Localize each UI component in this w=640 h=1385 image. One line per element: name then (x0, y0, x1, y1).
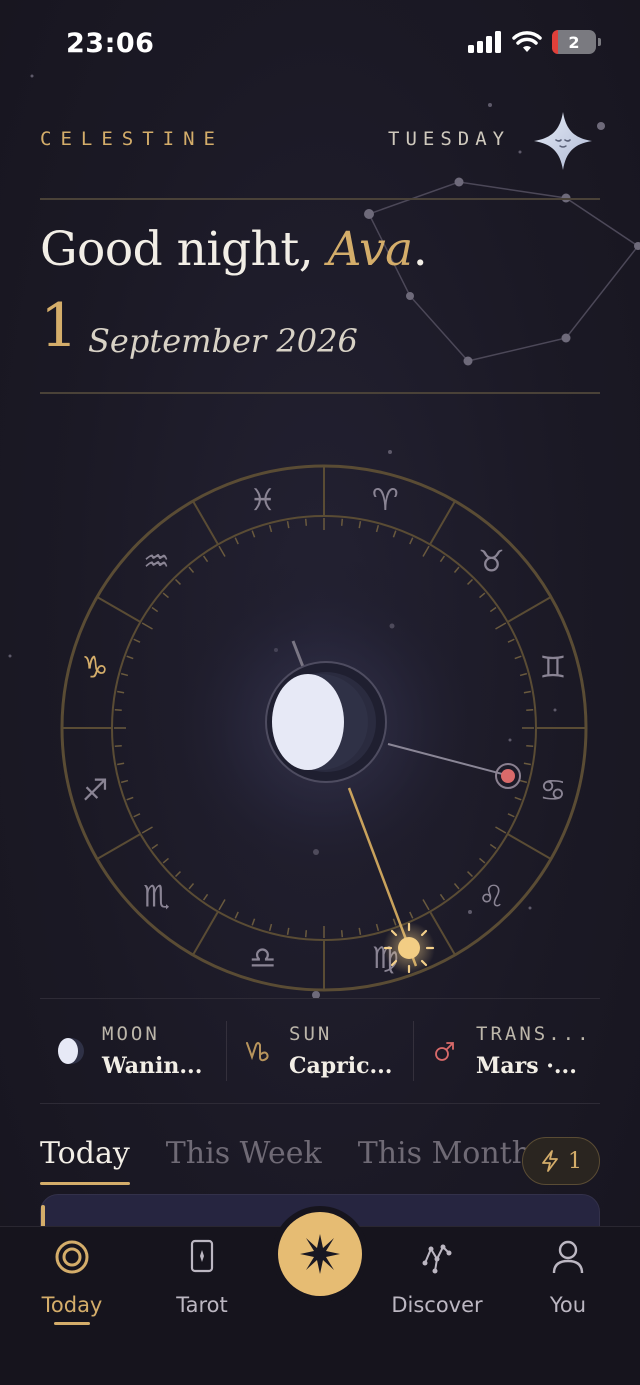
aquarius-icon: ♒ (143, 544, 170, 579)
constellation-icon (422, 1244, 452, 1274)
leo-icon: ♌ (478, 880, 505, 915)
moon-icon (40, 1036, 102, 1066)
greeting-heading: Good night, Ava. (40, 222, 428, 277)
astro-label: SUN (289, 1023, 333, 1045)
period-tabs: Today This Week This Month (40, 1136, 531, 1185)
four-point-star-face-icon[interactable] (532, 110, 594, 172)
libra-icon: ♎ (249, 941, 276, 976)
zodiac-wheel[interactable]: ♈♉♊♋♌♍♎♏♐♑♒♓ (40, 446, 600, 1006)
lightning-icon (542, 1150, 558, 1172)
weekday-label: TUESDAY (388, 128, 511, 150)
greeting-name: Ava (327, 222, 414, 277)
cellular-signal-icon (468, 31, 501, 53)
star-burst-icon (300, 1234, 340, 1274)
center-action-button[interactable] (278, 1212, 362, 1296)
astro-value: Wanin... (102, 1053, 203, 1079)
battery-indicator: 2 (552, 30, 601, 54)
streak-count: 1 (568, 1148, 582, 1174)
nav-label: Discover (391, 1293, 483, 1317)
capricorn-icon: ♑ (82, 651, 109, 686)
transit-summary[interactable]: TRANS... Mars ·... (413, 1021, 600, 1081)
nav-active-indicator (54, 1322, 90, 1325)
status-time: 23:06 (66, 28, 155, 59)
astro-label: TRANS... (476, 1023, 592, 1045)
date-month-year: September 2026 (88, 322, 358, 360)
sun-summary[interactable]: SUN Capric... (226, 1021, 413, 1081)
scorpio-icon: ♏ (143, 880, 170, 915)
nav-label: Tarot (176, 1293, 228, 1317)
status-icons: 2 (468, 30, 601, 54)
cancer-icon: ♋ (539, 773, 566, 808)
header-divider (40, 198, 600, 200)
battery-level: 2 (568, 32, 580, 52)
brand-name: CELESTINE (40, 128, 224, 150)
nav-label: You (549, 1293, 587, 1317)
nav-label: Today (41, 1293, 103, 1317)
tarot-card-icon (190, 1239, 214, 1273)
wifi-icon (512, 31, 542, 52)
tab-this-week[interactable]: This Week (166, 1136, 322, 1185)
astro-label: MOON (102, 1023, 160, 1045)
taurus-icon: ♉ (478, 544, 505, 579)
nav-you[interactable]: You (508, 1227, 628, 1347)
nav-discover[interactable]: Discover (377, 1227, 497, 1347)
greeting-suffix: . (412, 222, 428, 277)
nav-today[interactable]: Today (12, 1227, 132, 1347)
date-divider (40, 392, 600, 394)
target-icon (55, 1240, 89, 1274)
date-day: 1 (40, 291, 79, 361)
astro-value: Mars ·... (476, 1053, 577, 1079)
user-icon (552, 1240, 584, 1274)
aries-icon: ♈ (372, 483, 399, 518)
astro-summary: MOON Wanin... SUN Capric... TRANS... Mars ·… (40, 998, 600, 1104)
greeting-prefix: Good night, (40, 222, 328, 277)
tab-this-month[interactable]: This Month (358, 1136, 531, 1185)
tab-today[interactable]: Today (40, 1136, 130, 1185)
gemini-icon: ♊ (539, 651, 566, 686)
sagittarius-icon: ♐ (82, 773, 109, 808)
moon-summary[interactable]: MOON Wanin... (40, 1021, 226, 1081)
pisces-icon: ♓ (249, 483, 276, 518)
nav-tarot[interactable]: Tarot (142, 1227, 262, 1347)
mars-icon (414, 1038, 476, 1064)
streak-badge[interactable]: 1 (522, 1137, 600, 1185)
astro-value: Capric... (289, 1053, 393, 1079)
capricorn-icon (227, 1037, 289, 1065)
